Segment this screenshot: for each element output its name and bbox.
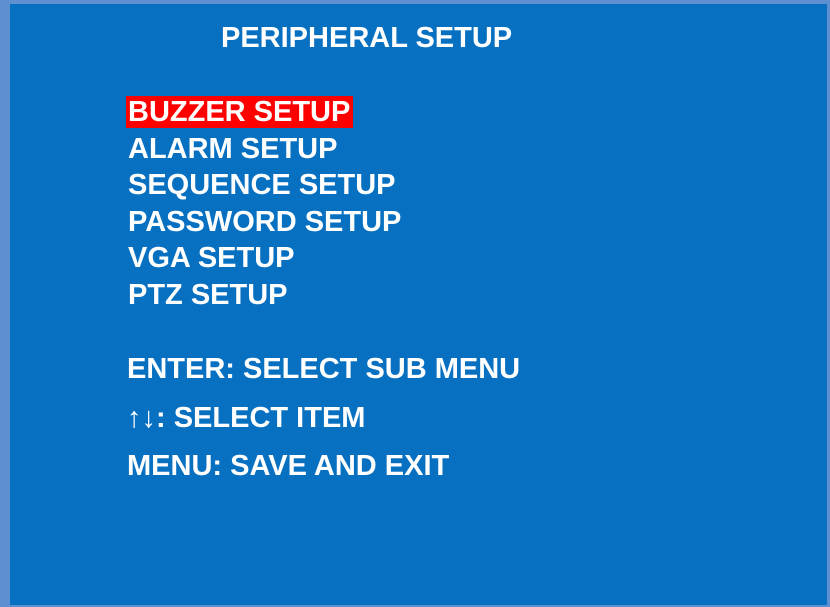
osd-screen: PERIPHERAL SETUP BUZZER SETUP ALARM SETU… — [0, 0, 830, 607]
page-title: PERIPHERAL SETUP — [221, 22, 513, 54]
menu-item-label: VGA SETUP — [128, 242, 295, 274]
menu-item-label: BUZZER SETUP — [126, 96, 354, 128]
menu-item-password-setup[interactable]: PASSWORD SETUP — [126, 204, 404, 241]
help-menu-save-and-exit: MENU: SAVE AND EXIT — [127, 450, 450, 482]
menu-item-vga-setup[interactable]: VGA SETUP — [126, 240, 404, 277]
menu-item-label: PASSWORD SETUP — [128, 205, 402, 238]
help-enter-select-sub-menu: ENTER: SELECT SUB MENU — [127, 353, 521, 385]
help-arrows-select-item: ↑↓: SELECT ITEM — [127, 402, 366, 434]
menu-item-label: PTZ SETUP — [128, 278, 288, 311]
menu-item-ptz-setup[interactable]: PTZ SETUP — [126, 277, 404, 314]
menu-item-label: ALARM SETUP — [128, 132, 338, 165]
menu-item-label: SEQUENCE SETUP — [128, 169, 396, 201]
menu-item-sequence-setup[interactable]: SEQUENCE SETUP — [126, 167, 404, 204]
menu-item-buzzer-setup[interactable]: BUZZER SETUP — [126, 94, 404, 131]
peripheral-menu: BUZZER SETUP ALARM SETUP SEQUENCE SETUP … — [126, 94, 404, 313]
menu-item-alarm-setup[interactable]: ALARM SETUP — [126, 131, 404, 168]
